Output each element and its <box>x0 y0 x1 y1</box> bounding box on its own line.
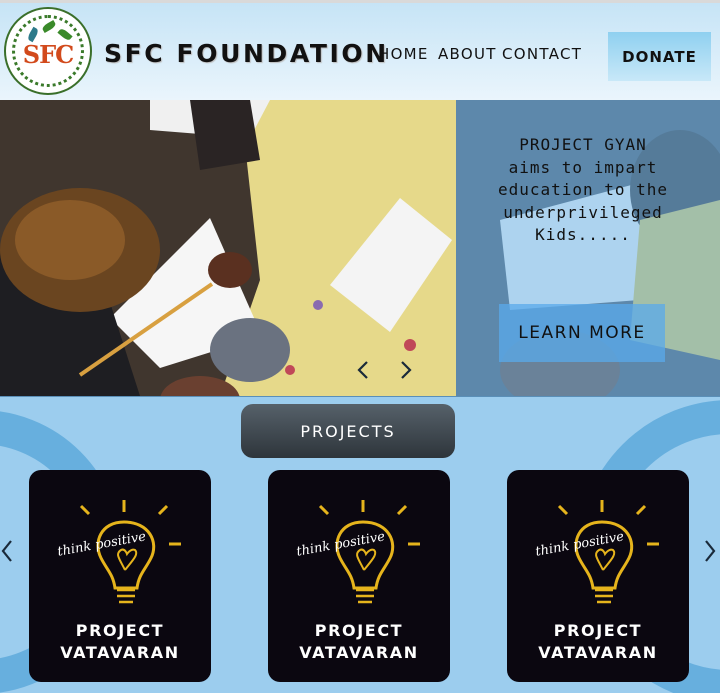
nav-contact[interactable]: CONTACT <box>502 45 582 63</box>
sfc-logo[interactable]: SFC <box>4 7 92 95</box>
nav-about[interactable]: ABOUT <box>438 45 497 63</box>
hero-caption: PROJECT GYAN aims to impart education to… <box>497 135 669 244</box>
project-card-title: PROJECT VATAVARAN <box>299 621 419 662</box>
chevron-right-icon[interactable] <box>398 360 414 380</box>
projects-button[interactable]: PROJECTS <box>241 404 455 458</box>
chevron-right-icon[interactable] <box>702 539 718 563</box>
nav-home[interactable]: HOME <box>378 45 429 63</box>
hero-slider: PROJECT GYAN aims to impart education to… <box>0 100 720 396</box>
project-card[interactable]: think positive PROJECT VATAVARAN <box>507 470 689 682</box>
brand-title: SFC FOUNDATION <box>104 39 389 68</box>
chevron-left-icon[interactable] <box>0 539 16 563</box>
site-header: SFC SFC FOUNDATION HOME ABOUT CONTACT DO… <box>0 0 720 100</box>
chevron-left-icon[interactable] <box>355 360 371 380</box>
donate-button[interactable]: DONATE <box>608 32 711 81</box>
projects-section: PROJECTS think positive PROJECT VATAVARA… <box>0 396 720 693</box>
learn-more-button[interactable]: LEARN MORE <box>499 304 665 362</box>
logo-text: SFC <box>22 40 74 69</box>
project-card[interactable]: think positive PROJECT VATAVARAN <box>29 470 211 682</box>
project-card-title: PROJECT VATAVARAN <box>60 621 180 662</box>
project-card[interactable]: think positive PROJECT VATAVARAN <box>268 470 450 682</box>
project-card-title: PROJECT VATAVARAN <box>538 621 658 662</box>
